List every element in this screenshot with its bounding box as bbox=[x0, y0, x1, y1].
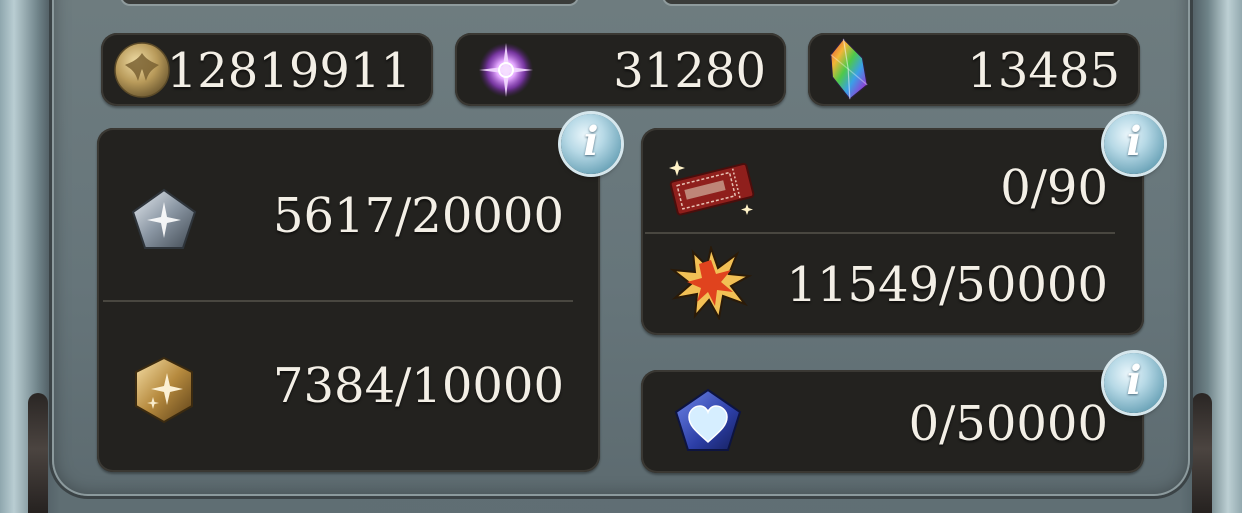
currency-rupie: 12819911 bbox=[101, 33, 433, 106]
right-box-divider bbox=[645, 232, 1115, 234]
inventory-frame: 12819911 31280 13485 5617/20000 7384/100… bbox=[0, 0, 1242, 513]
heart-material-box: 0/50000 bbox=[641, 370, 1144, 473]
left-box-divider bbox=[103, 300, 573, 302]
red-ticket-icon bbox=[669, 160, 755, 216]
rupie-value: 12819911 bbox=[166, 43, 411, 99]
left-box-info-button[interactable]: i bbox=[561, 114, 621, 174]
purple-sparkle-icon bbox=[479, 43, 533, 97]
right-top-box-info-button[interactable]: i bbox=[1104, 114, 1164, 174]
left-ornament bbox=[28, 393, 48, 513]
info-icon: i bbox=[1126, 357, 1142, 404]
gold-coin-icon bbox=[114, 42, 170, 98]
silver-pentagon-sparkle-icon bbox=[131, 188, 197, 249]
orange-burst-star-icon bbox=[669, 246, 753, 320]
rainbow-crystal-icon bbox=[830, 37, 868, 100]
silver-material-value: 5617/20000 bbox=[272, 188, 564, 244]
top-bar-left bbox=[122, 0, 577, 4]
ticket-value: 0/90 bbox=[1000, 160, 1108, 216]
info-icon: i bbox=[1126, 118, 1142, 165]
right-bottom-box-info-button[interactable]: i bbox=[1104, 353, 1164, 413]
info-icon: i bbox=[583, 118, 599, 165]
currency-crystal: 13485 bbox=[808, 33, 1140, 106]
blue-heart-pentagon-icon bbox=[674, 388, 742, 451]
gold-hexagon-sparkle-icon bbox=[135, 356, 193, 424]
tickets-box: 0/90 11549/50000 bbox=[641, 128, 1144, 335]
top-bar-right bbox=[664, 0, 1119, 4]
evolution-materials-box: 5617/20000 7384/10000 bbox=[97, 128, 600, 472]
crystal-fragment-value: 31280 bbox=[613, 43, 766, 99]
currency-crystal-fragment: 31280 bbox=[455, 33, 786, 106]
right-ornament bbox=[1192, 393, 1212, 513]
heart-material-value: 0/50000 bbox=[908, 396, 1108, 452]
gold-material-value: 7384/10000 bbox=[272, 358, 564, 414]
burst-material-value: 11549/50000 bbox=[786, 257, 1108, 313]
crystal-value: 13485 bbox=[967, 43, 1120, 99]
